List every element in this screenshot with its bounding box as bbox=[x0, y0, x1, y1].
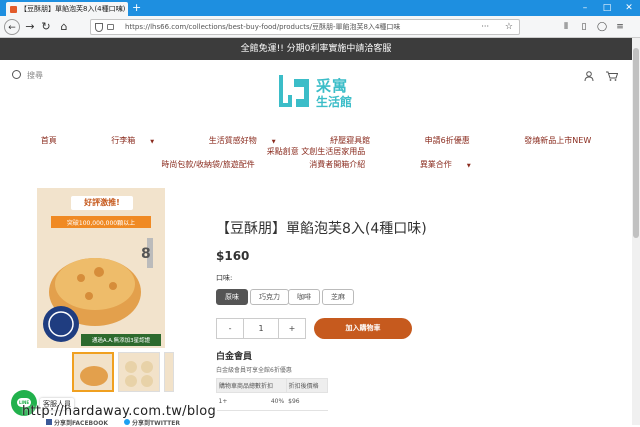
browser-tab-bar: 【豆酥朋】單餡泡芙8入(4種口味) × + – □ ✕ bbox=[0, 0, 640, 16]
sidebar-icon[interactable]: ▯ bbox=[578, 21, 590, 33]
minimize-icon[interactable]: – bbox=[574, 0, 596, 16]
add-to-cart-button[interactable]: 加入購物車 bbox=[314, 318, 412, 339]
menu-item-bags[interactable]: 時尚包款/收納袋/旅遊配件 bbox=[148, 159, 267, 170]
membership-title: 白金會員 bbox=[216, 352, 253, 362]
watermark-text: http://hardaway.com.tw/blog bbox=[22, 404, 217, 419]
discount-table: 購物車商品總數折扣 折扣後價格 1+ 40% $96 bbox=[216, 378, 329, 411]
menu-item-home[interactable]: 首頁 bbox=[28, 135, 70, 146]
cart-icon[interactable] bbox=[606, 71, 618, 81]
qty-minus-button[interactable]: - bbox=[217, 319, 243, 338]
scrollbar-thumb[interactable] bbox=[633, 48, 639, 238]
table-header: 購物車商品總數折扣 bbox=[216, 378, 287, 393]
flavor-option-original[interactable]: 原味 bbox=[216, 289, 248, 305]
site-logo[interactable]: 采寓 生活館 bbox=[276, 71, 376, 113]
image-badge-number: 8 bbox=[141, 246, 151, 262]
flavor-option-coffee[interactable]: 咖啡 bbox=[288, 289, 320, 305]
menu-item-new[interactable]: 發燒新品上市NEW bbox=[511, 135, 604, 146]
account-icon[interactable]: ◯ bbox=[596, 21, 608, 33]
address-bar[interactable]: https://lhs66.com/collections/best-buy-f… bbox=[90, 19, 520, 35]
qty-input[interactable]: 1 bbox=[243, 319, 279, 338]
thumbnail-3[interactable] bbox=[164, 352, 174, 392]
flavor-label: 口味: bbox=[216, 274, 233, 282]
bookmark-star-icon[interactable]: ☆ bbox=[505, 20, 513, 34]
image-sold-text: 突破100,000,000顆以上 bbox=[66, 220, 136, 227]
maximize-icon[interactable]: □ bbox=[596, 0, 618, 16]
share-twitter-link[interactable]: 分享到TWITTER bbox=[124, 418, 180, 427]
menu-item-luggage[interactable]: 行李箱 ▼ bbox=[98, 135, 167, 146]
image-certification-text: 通過A.A.無添加3星認證 bbox=[91, 338, 151, 344]
table-row: 1+ 40% $96 bbox=[216, 392, 328, 411]
hamburger-menu-icon[interactable]: ≡ bbox=[614, 21, 626, 33]
page-scrollbar[interactable] bbox=[632, 38, 640, 425]
user-icon[interactable] bbox=[584, 71, 594, 81]
menu-item-partners[interactable]: 異業合作 ▼ bbox=[407, 159, 484, 170]
home-button[interactable]: ⌂ bbox=[56, 19, 72, 35]
new-tab-button[interactable]: + bbox=[132, 1, 141, 15]
cream-puff-illustration bbox=[37, 188, 165, 348]
lock-icon[interactable] bbox=[107, 24, 114, 30]
thumbnail-1[interactable] bbox=[72, 352, 114, 392]
search-icon[interactable] bbox=[12, 70, 21, 79]
twitter-icon bbox=[124, 419, 130, 425]
table-cell: 40% bbox=[246, 392, 287, 411]
menu-item-bedding[interactable]: 紓壓寢具館 bbox=[317, 135, 383, 146]
tracking-shield-icon[interactable] bbox=[95, 23, 103, 32]
promo-bar: 全館免運!! 分期0利率實施中請洽客服 bbox=[0, 38, 632, 60]
thumbnail-2[interactable] bbox=[118, 352, 160, 392]
tab-close-icon[interactable]: × bbox=[117, 2, 124, 16]
facebook-icon bbox=[46, 419, 52, 425]
favicon-icon bbox=[10, 6, 17, 13]
flavor-option-chocolate[interactable]: 巧克力 bbox=[250, 289, 289, 305]
library-icon[interactable]: ⫴ bbox=[560, 21, 572, 33]
menu-item-discount[interactable]: 申請6折優惠 bbox=[412, 135, 483, 146]
reload-button[interactable]: ↻ bbox=[38, 19, 54, 35]
logo-mark-icon bbox=[279, 75, 309, 107]
chevron-down-icon: ▼ bbox=[271, 139, 276, 145]
membership-subtitle: 白金級會員可享全館6折優惠 bbox=[216, 367, 292, 374]
back-button[interactable]: ← bbox=[4, 19, 20, 35]
window-close-icon[interactable]: ✕ bbox=[618, 0, 640, 16]
main-menu-row-1: 首頁 行李箱 ▼ 生活質感好物 ▼ 紓壓寢具館 申請6折優惠 發燒新品上市NEW 采… bbox=[0, 135, 632, 157]
flavor-option-sesame[interactable]: 芝麻 bbox=[322, 289, 354, 305]
browser-nav-bar: ← → ↻ ⌂ https://lhs66.com/collections/be… bbox=[0, 16, 640, 38]
product-title: 【豆酥朋】單餡泡芙8入(4種口味) bbox=[216, 221, 427, 237]
menu-item-lifestyle[interactable]: 生活質感好物 ▼ bbox=[196, 135, 289, 146]
search-placeholder[interactable]: 搜尋 bbox=[27, 71, 43, 80]
chevron-down-icon: ▼ bbox=[150, 139, 155, 145]
table-header: 折扣後價格 bbox=[285, 378, 329, 393]
chevron-down-icon: ▼ bbox=[466, 163, 471, 169]
menu-item-creative[interactable]: 采點創意 文創生活居家用品 bbox=[254, 146, 379, 157]
tab-title: 【豆酥朋】單餡泡芙8入(4種口味) bbox=[20, 5, 126, 13]
share-facebook-link[interactable]: 分享到FACEBOOK bbox=[46, 418, 108, 427]
menu-item-reviews[interactable]: 消費者開箱介紹 bbox=[296, 159, 378, 170]
quantity-stepper: - 1 + bbox=[216, 318, 306, 339]
main-menu-row-2: 時尚包款/收納袋/旅遊配件 消費者開箱介紹 異業合作 ▼ bbox=[0, 159, 632, 170]
table-cell: 1+ bbox=[216, 392, 247, 411]
table-cell: $96 bbox=[286, 392, 328, 411]
logo-subtext: 生活館 bbox=[316, 95, 353, 109]
image-banner-text: 好評激推! bbox=[84, 198, 120, 207]
product-main-image[interactable]: 好評激推! 突破100,000,000顆以上 8 通過A.A.無添加3星認證 bbox=[37, 188, 165, 348]
page-actions-icon[interactable]: ··· bbox=[481, 20, 489, 34]
qty-plus-button[interactable]: + bbox=[279, 319, 305, 338]
forward-button[interactable]: → bbox=[22, 19, 38, 35]
product-price: $160 bbox=[216, 249, 250, 263]
url-text[interactable]: https://lhs66.com/collections/best-buy-f… bbox=[125, 23, 400, 31]
search-box[interactable]: 搜尋 bbox=[12, 70, 43, 81]
browser-tab[interactable]: 【豆酥朋】單餡泡芙8入(4種口味) × bbox=[6, 2, 128, 16]
